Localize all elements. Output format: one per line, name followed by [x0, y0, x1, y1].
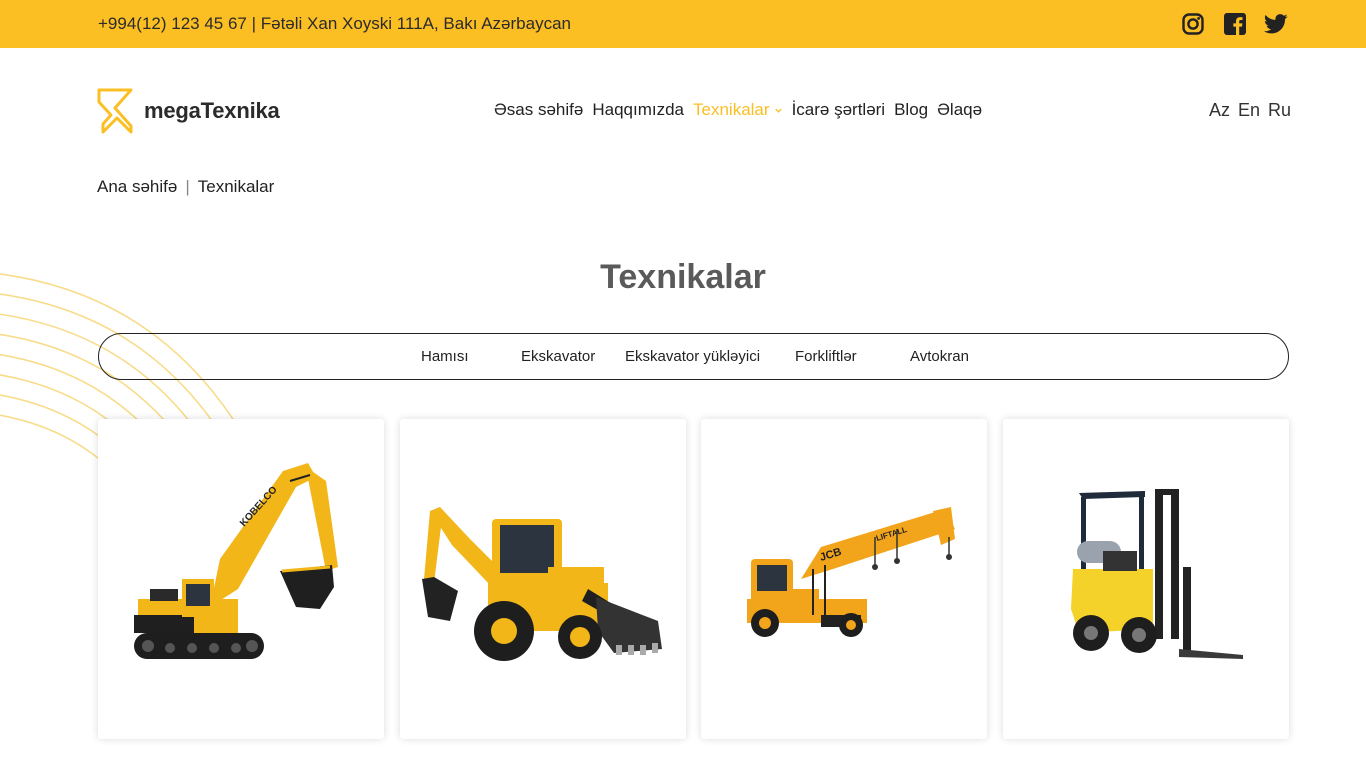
excavator-image: KOBELCO — [134, 463, 338, 659]
nav-item-rental-terms[interactable]: İcarə şərtləri — [792, 100, 886, 120]
language-ru[interactable]: Ru — [1268, 100, 1291, 121]
backhoe-loader-image — [422, 507, 662, 661]
breadcrumb-separator: | — [185, 177, 190, 196]
equipment-card-mobile-crane[interactable]: JCB LIFTALL — [701, 419, 987, 739]
nav-item-home[interactable]: Əsas səhifə — [494, 100, 583, 120]
nav-item-blog[interactable]: Blog — [894, 100, 928, 120]
breadcrumb: Ana səhifə | Texnikalar — [97, 177, 274, 197]
equipment-card-excavator[interactable]: KOBELCO — [98, 419, 384, 739]
language-en[interactable]: En — [1238, 100, 1260, 121]
language-az[interactable]: Az — [1209, 100, 1230, 121]
mobile-crane-image: JCB LIFTALL — [747, 507, 955, 637]
equipment-card-backhoe-loader[interactable] — [400, 419, 686, 739]
page-title: Texnikalar — [600, 258, 766, 296]
nav-item-equipment[interactable]: Texnikalar — [693, 100, 783, 120]
filter-forklifts[interactable]: Forkliftlər — [795, 348, 857, 365]
filter-mobile-crane[interactable]: Avtokran — [910, 348, 969, 365]
language-switcher: Az En Ru — [1209, 100, 1299, 121]
nav-item-equipment-label: Texnikalar — [693, 100, 770, 119]
logo-mark-icon — [97, 88, 133, 134]
category-filter-bar: Hamısı Ekskavator Ekskavator yükləyici F… — [98, 333, 1289, 380]
logo-text: megaTexnika — [144, 98, 280, 123]
breadcrumb-home[interactable]: Ana səhifə — [97, 177, 177, 197]
filter-excavator[interactable]: Ekskavator — [521, 348, 595, 365]
nav-item-about[interactable]: Haqqımızda — [592, 100, 684, 120]
breadcrumb-current: Texnikalar — [197, 177, 275, 196]
chevron-down-icon — [774, 108, 782, 113]
facebook-icon[interactable] — [1224, 13, 1246, 35]
filter-backhoe-loader[interactable]: Ekskavator yükləyici — [625, 348, 760, 365]
equipment-card-forklift[interactable] — [1003, 419, 1289, 739]
site-logo[interactable]: megaTexnika — [97, 88, 280, 134]
instagram-icon[interactable] — [1182, 13, 1204, 35]
filter-all[interactable]: Hamısı — [421, 348, 469, 365]
main-nav: Əsas səhifə Haqqımızda Texnikalar İcarə … — [494, 100, 991, 120]
top-bar: +994(12) 123 45 67 | Fətəli Xan Xoyski 1… — [0, 0, 1366, 48]
forklift-image — [1071, 489, 1243, 659]
contact-info: +994(12) 123 45 67 | Fətəli Xan Xoyski 1… — [98, 14, 571, 33]
twitter-icon[interactable] — [1263, 13, 1288, 35]
nav-item-contact[interactable]: Əlaqə — [937, 100, 982, 120]
